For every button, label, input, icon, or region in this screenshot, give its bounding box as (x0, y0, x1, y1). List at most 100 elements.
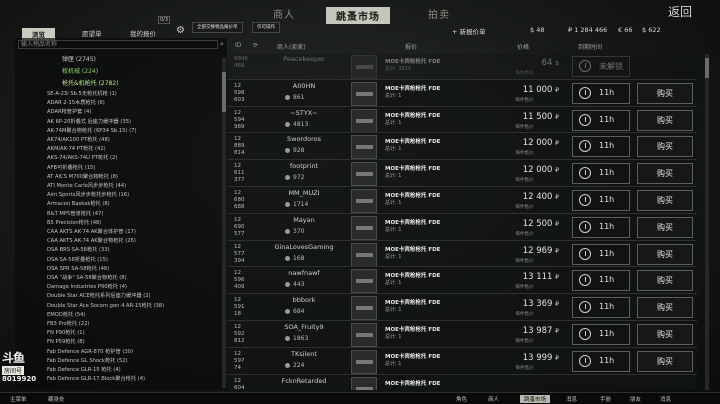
seller-name[interactable]: footprint (265, 162, 343, 170)
item-thumbnail[interactable] (351, 242, 377, 267)
item-list-entry[interactable]: AFB可折叠枪托 (15) (47, 164, 95, 171)
item-list-entry[interactable]: EMOD枪托 (54) (47, 311, 86, 318)
traders-button[interactable]: 商人 (488, 395, 499, 403)
item-list-entry[interactable]: Damage Industries P90枪托 (4) (47, 283, 127, 290)
subtab-wishlist[interactable]: 愿望单 (82, 28, 102, 38)
item-thumbnail[interactable] (351, 376, 377, 390)
item-list-entry[interactable]: AK74/AK100 PT枪托 (48) (47, 136, 110, 143)
seller-name[interactable]: Peacekeeper (265, 55, 343, 63)
new-offer-button[interactable]: + 新报价单 (452, 26, 486, 36)
messages-button[interactable]: 消息 (566, 395, 577, 403)
item-thumbnail[interactable] (351, 81, 377, 106)
item-list-entry[interactable]: AK-74M聚合物枪托 (6P34 Sb.15) (7) (47, 127, 137, 134)
item-list-entry[interactable]: Fab Defence AGR-870 枪护管 (30) (47, 348, 133, 355)
buy-button[interactable]: 购买 (637, 163, 693, 185)
buy-button[interactable]: 购买 (637, 136, 693, 158)
back-button[interactable]: 返回 (668, 3, 692, 20)
item-list-entry[interactable]: CAA AKTS AK-74 AK聚合物枪托 (26) (47, 237, 136, 244)
category-stocks[interactable]: 枪托&机枪托 (2782) (62, 78, 119, 87)
item-thumbnail[interactable] (351, 162, 377, 187)
item-list-entry[interactable]: CAA AKTS AK-74 AK聚合体护管 (17) (47, 228, 136, 235)
refresh-icon[interactable]: ⟳ (253, 42, 258, 49)
item-thumbnail[interactable] (351, 323, 377, 347)
seller-name[interactable]: Mayan (265, 216, 343, 224)
scrollbar-thumb[interactable] (705, 58, 709, 78)
item-list-entry[interactable]: AT AICS M700聚合物枪托 (8) (47, 173, 118, 180)
item-list-entry[interactable]: AKM/AK-74 PT枪托 (42) (47, 145, 106, 152)
filter-all-exchange-offers[interactable]: 全部交换物品报价单 (192, 22, 243, 33)
buy-button[interactable]: 购买 (637, 243, 693, 265)
item-thumbnail[interactable] (351, 108, 377, 133)
item-list-entry[interactable]: Fab Defence GLR-17 Block聚合枪托 (4) (47, 375, 145, 382)
handbook-button[interactable]: 手册 (600, 395, 611, 403)
buy-button[interactable]: 购买 (637, 350, 693, 372)
seller-name[interactable]: bbbork (265, 296, 343, 304)
item-list-entry[interactable]: SE-A-23i Sb.5无枪托机枪 (1) (47, 90, 117, 97)
item-list-entry[interactable]: Double Star Ace Socom gen.4 AR-15枪托 (38) (47, 302, 164, 309)
subtab-my-offers[interactable]: 我的报价 (130, 28, 156, 38)
item-list-entry[interactable]: ADAR枪管护套 (4) (47, 108, 91, 115)
buy-button[interactable]: 购买 (637, 190, 693, 211)
notifications-button[interactable]: 消息 (660, 395, 671, 403)
item-list-entry[interactable]: DSA "战争" SA-58聚合物枪托 (8) (47, 274, 127, 281)
category-scrollbar[interactable] (222, 58, 226, 388)
seller-name[interactable]: GinaLovesGaming (265, 243, 343, 251)
offers-scrollbar[interactable] (705, 54, 709, 390)
filter-operable-only[interactable]: 仅可操作 (252, 22, 280, 33)
tab-flea-market[interactable]: 跳蚤市场 (326, 7, 390, 24)
seller-name[interactable]: ~STYX~ (265, 109, 343, 117)
main-menu-button[interactable]: 主菜单 (10, 395, 27, 403)
flea-market-button[interactable]: 跳蚤市场 (520, 395, 551, 403)
header-expires[interactable]: 到期时间 (578, 42, 602, 51)
header-price[interactable]: 价格 (517, 42, 529, 51)
item-list-entry[interactable]: Aim Sports风步步枪托步枪托 (16) (47, 191, 129, 198)
item-list-entry[interactable]: Fab Defence GLR-15 枪托 (4) (47, 366, 121, 373)
seller-name[interactable]: Swordoros (265, 135, 343, 143)
seller-name[interactable]: FcknRetarded (265, 377, 343, 385)
item-list-entry[interactable]: ATI Monte Carlo风步步枪托 (44) (47, 182, 126, 189)
buy-button[interactable]: 购买 (637, 270, 693, 292)
item-thumbnail[interactable] (351, 189, 377, 213)
hideout-button[interactable]: 藏身处 (48, 395, 65, 403)
item-thumbnail[interactable] (351, 296, 377, 321)
category-mechanisms[interactable]: 枚机械 (224) (62, 66, 98, 75)
item-list-entry[interactable]: DSA SA-58折叠枪托 (15) (47, 256, 108, 263)
buy-button[interactable]: 购买 (637, 297, 693, 319)
search-icon[interactable]: ⌕ (220, 40, 224, 49)
item-list-entry[interactable]: DSA BRS SA-58枪托 (33) (47, 246, 110, 253)
character-button[interactable]: 角色 (456, 395, 467, 403)
header-seller[interactable]: 商人(卖家) (277, 42, 306, 51)
buy-button[interactable]: 购买 (637, 324, 693, 345)
item-list-entry[interactable]: ADAR 2-15木质枪托 (6) (47, 99, 105, 106)
item-list-entry[interactable]: Double Star ACE枪托系列后座力缓冲器 (2) (47, 292, 151, 299)
item-list-entry[interactable]: Armacon Baskak枪托 (8) (47, 200, 110, 207)
buy-button[interactable]: 购买 (637, 82, 693, 104)
gear-icon[interactable]: ⚙ (176, 25, 185, 36)
item-thumbnail[interactable] (351, 215, 377, 240)
item-list-entry[interactable]: FB3 Pro枪托 (22) (47, 320, 89, 327)
friends-button[interactable]: 朋友 (630, 395, 641, 403)
item-thumbnail[interactable] (351, 269, 377, 294)
item-list-entry[interactable]: AKS-74/AKS-74U PT枪托 (2) (47, 154, 117, 161)
item-list-entry[interactable]: B&T MP5管道枪托 (47) (47, 210, 103, 217)
item-list-entry[interactable]: FN P90枪托 (1) (47, 329, 85, 336)
buy-button[interactable]: 购买 (637, 109, 693, 131)
seller-name[interactable]: A00HN (265, 82, 343, 90)
item-thumbnail[interactable] (351, 55, 377, 79)
buy-button[interactable]: 购买 (637, 216, 693, 238)
seller-name[interactable]: nawfnawf (265, 269, 343, 277)
search-input[interactable]: 输入物品名称 (18, 40, 218, 49)
item-list-entry[interactable]: AK 6P-20折叠式 后座力缓冲器 (35) (47, 118, 131, 125)
item-thumbnail[interactable] (351, 349, 377, 374)
seller-name[interactable]: MM_MUZI (265, 189, 343, 197)
seller-name[interactable]: SOA_Fruity9 (265, 323, 343, 331)
tab-auction[interactable]: 拍卖 (428, 6, 450, 21)
item-thumbnail[interactable] (351, 135, 377, 160)
seller-name[interactable]: TKsilent (265, 350, 343, 358)
header-id[interactable]: ID (235, 42, 241, 49)
item-list-entry[interactable]: DSA SPR SA-58枪托 (48) (47, 265, 109, 272)
item-list-entry[interactable]: B5 Precision枪托 (48) (47, 219, 101, 226)
item-list-entry[interactable]: Fab Defence GL Shock枪托 (52) (47, 357, 128, 364)
category-magazines[interactable]: 弹匣 (2745) (62, 54, 96, 63)
scrollbar-thumb[interactable] (222, 72, 226, 112)
